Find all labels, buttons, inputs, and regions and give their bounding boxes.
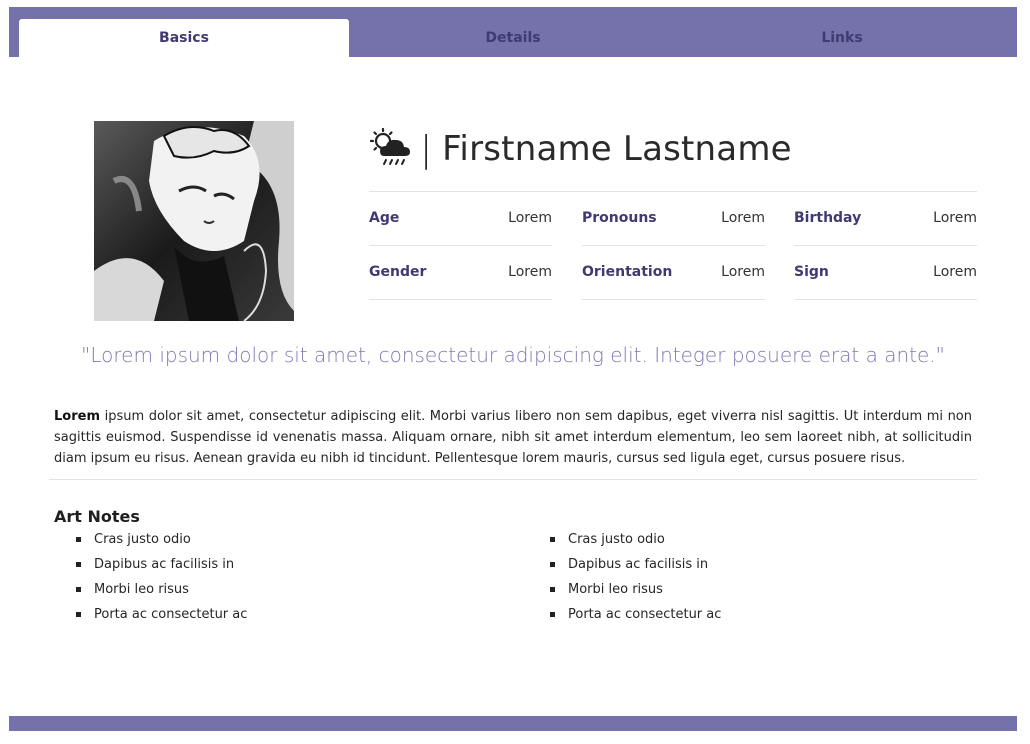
- list-item: Cras justo odio: [550, 529, 721, 554]
- character-quote: "Lorem ipsum dolor sit amet, consectetur…: [81, 343, 945, 367]
- profile-frame: Basics Details Links | Firstname Lastnam…: [9, 7, 1017, 731]
- bio-text: ipsum dolor sit amet, consectetur adipis…: [54, 409, 972, 466]
- info-label: Sign: [794, 264, 829, 280]
- tab-links[interactable]: Links: [677, 19, 1007, 57]
- info-value: Lorem: [508, 264, 552, 280]
- footer-bar: [9, 716, 1017, 731]
- list-item: Morbi leo risus: [76, 579, 247, 604]
- info-sign: Sign Lorem: [794, 246, 977, 300]
- tab-bar: Basics Details Links: [9, 7, 1017, 57]
- section-divider: [49, 479, 977, 480]
- art-notes-list-right: Cras justo odio Dapibus ac facilisis in …: [550, 529, 721, 629]
- name-separator: |: [420, 128, 433, 170]
- profile-name-row: | Firstname Lastname: [368, 119, 792, 179]
- list-item: Porta ac consectetur ac: [550, 604, 721, 629]
- bio-lead: Lorem: [54, 409, 100, 424]
- info-label: Pronouns: [582, 210, 657, 226]
- info-birthday: Birthday Lorem: [794, 192, 977, 246]
- info-value: Lorem: [933, 264, 977, 280]
- tab-details[interactable]: Details: [348, 19, 678, 57]
- art-notes-list-left: Cras justo odio Dapibus ac facilisis in …: [76, 529, 247, 629]
- info-label: Orientation: [582, 264, 673, 280]
- character-portrait: [94, 121, 294, 321]
- list-item: Morbi leo risus: [550, 579, 721, 604]
- info-value: Lorem: [933, 210, 977, 226]
- list-item: Cras justo odio: [76, 529, 247, 554]
- tab-basics[interactable]: Basics: [19, 19, 349, 57]
- info-label: Age: [369, 210, 400, 226]
- list-item: Dapibus ac facilisis in: [76, 554, 247, 579]
- character-name: Firstname Lastname: [442, 129, 792, 169]
- info-orientation: Orientation Lorem: [582, 246, 765, 300]
- info-value: Lorem: [508, 210, 552, 226]
- list-item: Porta ac consectetur ac: [76, 604, 247, 629]
- info-pronouns: Pronouns Lorem: [582, 192, 765, 246]
- info-label: Gender: [369, 264, 427, 280]
- info-label: Birthday: [794, 210, 862, 226]
- info-value: Lorem: [721, 264, 765, 280]
- info-gender: Gender Lorem: [369, 246, 552, 300]
- art-notes-heading: Art Notes: [54, 507, 140, 526]
- character-bio: Lorem ipsum dolor sit amet, consectetur …: [54, 406, 972, 469]
- list-item: Dapibus ac facilisis in: [550, 554, 721, 579]
- sun-behind-rain-cloud-icon: [369, 128, 410, 165]
- info-age: Age Lorem: [369, 192, 552, 246]
- info-value: Lorem: [721, 210, 765, 226]
